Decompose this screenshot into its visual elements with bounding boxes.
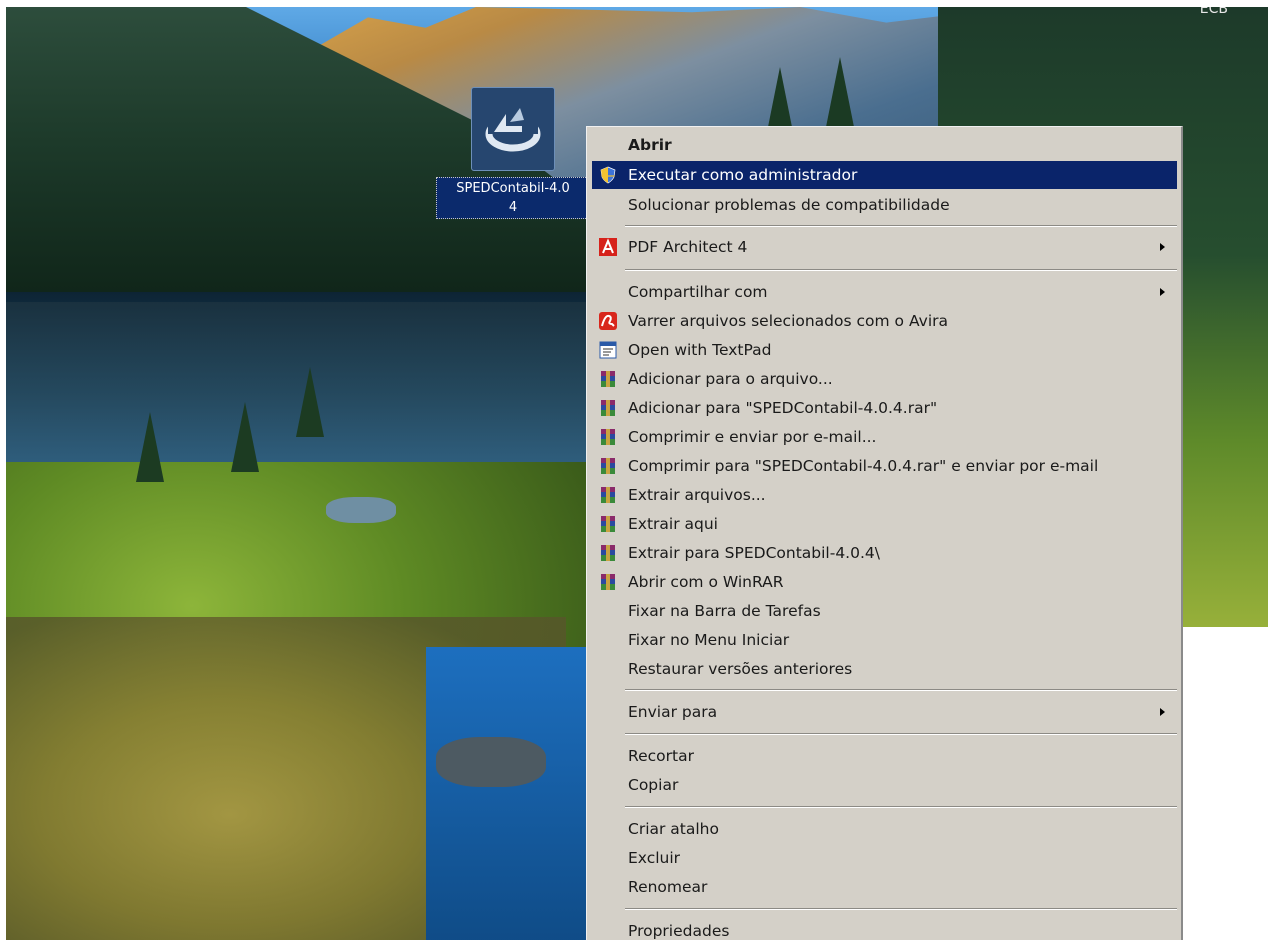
menu-item-label: Fixar no Menu Iniciar — [628, 631, 790, 649]
menu-item-compress-email[interactable]: Comprimir e enviar por e-mail... — [592, 423, 1177, 451]
menu-item-label: Adicionar para o arquivo... — [628, 370, 833, 388]
menu-item-abrir[interactable]: Abrir — [592, 131, 1177, 159]
wallpaper-rock — [326, 497, 396, 523]
menu-item-cut[interactable]: Recortar — [592, 742, 1177, 770]
menu-item-add-to-archive[interactable]: Adicionar para o arquivo... — [592, 365, 1177, 393]
menu-item-label: Recortar — [628, 747, 694, 765]
menu-separator — [625, 225, 1177, 227]
corner-watermark: ECB — [1199, 7, 1228, 17]
menu-item-label: Extrair aqui — [628, 515, 718, 533]
icon-label-line2: 4 — [508, 200, 518, 215]
winrar-icon — [601, 400, 615, 416]
winrar-icon — [601, 429, 615, 445]
menu-separator — [625, 806, 1177, 808]
winrar-icon — [601, 487, 615, 503]
menu-item-label: Fixar na Barra de Tarefas — [628, 602, 821, 620]
menu-item-create-shortcut[interactable]: Criar atalho — [592, 815, 1177, 843]
pdf-architect-icon — [599, 238, 617, 256]
desktop-icon-spedcontabil[interactable]: SPEDContabil-4.0 4 — [433, 87, 593, 219]
menu-item-share-with[interactable]: Compartilhar com — [592, 278, 1177, 306]
submenu-arrow-icon — [1160, 288, 1165, 296]
menu-item-run-as-admin[interactable]: Executar como administrador — [592, 161, 1177, 189]
uac-shield-icon — [600, 166, 616, 184]
winrar-icon — [601, 545, 615, 561]
wallpaper-rock — [436, 737, 546, 787]
desktop-icon-label[interactable]: SPEDContabil-4.0 4 — [436, 177, 590, 219]
menu-item-extract-files[interactable]: Extrair arquivos... — [592, 481, 1177, 509]
menu-item-properties[interactable]: Propriedades — [592, 917, 1177, 945]
menu-item-add-to-rar[interactable]: Adicionar para "SPEDContabil-4.0.4.rar" — [592, 394, 1177, 422]
menu-item-label: Adicionar para "SPEDContabil-4.0.4.rar" — [628, 399, 938, 417]
menu-item-rename[interactable]: Renomear — [592, 873, 1177, 901]
menu-separator — [625, 689, 1177, 691]
menu-item-copy[interactable]: Copiar — [592, 771, 1177, 799]
textpad-icon — [599, 341, 617, 359]
menu-item-textpad[interactable]: Open with TextPad — [592, 336, 1177, 364]
sped-installer-icon[interactable] — [471, 87, 555, 171]
menu-item-extract-to-folder[interactable]: Extrair para SPEDContabil-4.0.4\ — [592, 539, 1177, 567]
context-menu: Abrir Executar como administrador Soluci… — [586, 126, 1183, 940]
menu-item-label: Excluir — [628, 849, 681, 867]
menu-item-label: Executar como administrador — [628, 166, 858, 184]
menu-item-label: Criar atalho — [628, 820, 719, 838]
menu-item-label: Restaurar versões anteriores — [628, 660, 853, 678]
menu-item-troubleshoot-compat[interactable]: Solucionar problemas de compatibilidade — [592, 191, 1177, 219]
menu-item-restore-previous-versions[interactable]: Restaurar versões anteriores — [592, 655, 1177, 683]
menu-item-label: Abrir com o WinRAR — [628, 573, 784, 591]
menu-item-label: Renomear — [628, 878, 708, 896]
winrar-icon — [601, 574, 615, 590]
menu-item-label: Solucionar problemas de compatibilidade — [628, 196, 950, 214]
menu-item-compress-rar-email[interactable]: Comprimir para "SPEDContabil-4.0.4.rar" … — [592, 452, 1177, 480]
menu-item-pin-taskbar[interactable]: Fixar na Barra de Tarefas — [592, 597, 1177, 625]
submenu-arrow-icon — [1160, 708, 1165, 716]
menu-item-label: Compartilhar com — [628, 283, 768, 301]
menu-item-label: Extrair arquivos... — [628, 486, 766, 504]
menu-item-send-to[interactable]: Enviar para — [592, 698, 1177, 726]
menu-separator — [625, 269, 1177, 271]
menu-item-label: Comprimir e enviar por e-mail... — [628, 428, 877, 446]
menu-item-avira-scan[interactable]: Varrer arquivos selecionados com o Avira — [592, 307, 1177, 335]
menu-item-label: Comprimir para "SPEDContabil-4.0.4.rar" … — [628, 457, 1099, 475]
icon-label-line1: SPEDContabil-4.0 — [456, 181, 570, 196]
menu-item-label: Abrir — [628, 136, 672, 154]
menu-item-label: PDF Architect 4 — [628, 238, 748, 256]
winrar-icon — [601, 458, 615, 474]
menu-item-label: Enviar para — [628, 703, 718, 721]
wallpaper-pine — [136, 412, 164, 482]
wallpaper-pine — [296, 367, 324, 437]
avira-icon — [599, 312, 617, 330]
submenu-arrow-icon — [1160, 243, 1165, 251]
winrar-icon — [601, 371, 615, 387]
menu-item-pin-start-menu[interactable]: Fixar no Menu Iniciar — [592, 626, 1177, 654]
menu-separator — [625, 733, 1177, 735]
menu-item-pdf-architect[interactable]: PDF Architect 4 — [592, 233, 1177, 261]
menu-item-label: Extrair para SPEDContabil-4.0.4\ — [628, 544, 880, 562]
menu-item-label: Copiar — [628, 776, 679, 794]
winrar-icon — [601, 516, 615, 532]
wallpaper-pine — [231, 402, 259, 472]
menu-item-delete[interactable]: Excluir — [592, 844, 1177, 872]
menu-item-label: Propriedades — [628, 922, 730, 940]
menu-item-label: Varrer arquivos selecionados com o Avira — [628, 312, 948, 330]
menu-item-label: Open with TextPad — [628, 341, 772, 359]
wallpaper-pine — [826, 57, 854, 127]
menu-item-open-with-winrar[interactable]: Abrir com o WinRAR — [592, 568, 1177, 596]
menu-item-extract-here[interactable]: Extrair aqui — [592, 510, 1177, 538]
menu-separator — [625, 908, 1177, 910]
